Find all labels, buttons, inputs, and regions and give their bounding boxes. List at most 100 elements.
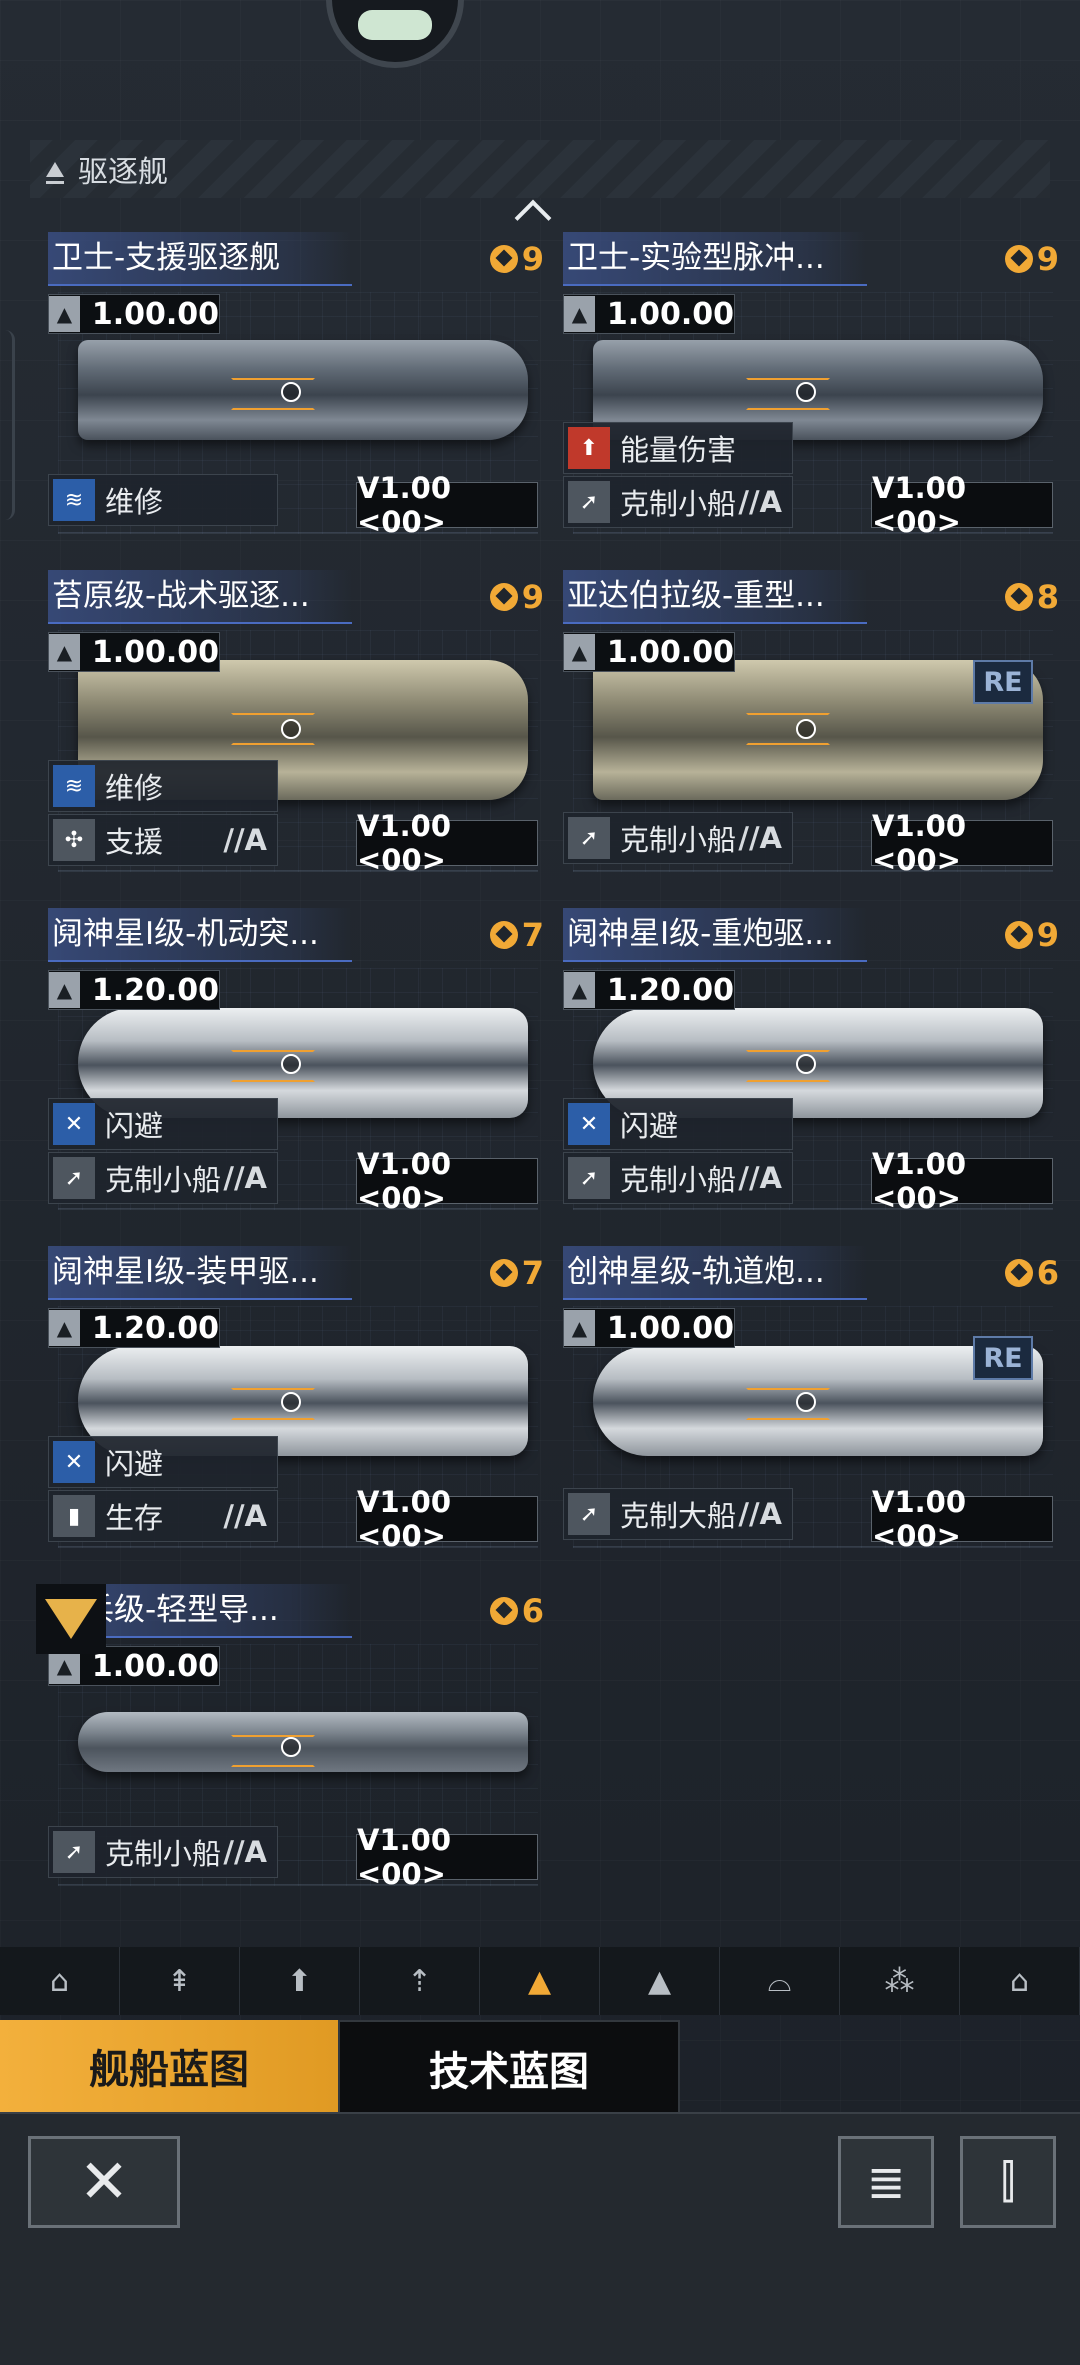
evasion-icon: ✕: [53, 1441, 95, 1483]
version-label: V1.00 <00>: [871, 1485, 1053, 1553]
rank-icon: [1004, 245, 1033, 273]
ship-trait-tag: ≋ 维修: [48, 474, 278, 526]
tab-category-9[interactable]: ⌂: [960, 1947, 1080, 2015]
ship-trait-tag: ➚ 克制小船//A: [563, 476, 793, 528]
filter-button[interactable]: ⫿: [960, 2136, 1056, 2228]
ship-stat: ▲ 1.20.00: [563, 970, 735, 1010]
ship-card[interactable]: 骑兵级-轻型导... 6 ▲ 1.00.00 ➚ 克制小船//A V1.00 <00>: [36, 1584, 548, 1894]
ship-card[interactable]: 卫士-支援驱逐舰 9 ▲ 1.00.00 ≋ 维修 V1.00 <00>: [48, 232, 548, 542]
ship-trait-tag: ✣ 支援//A: [48, 814, 278, 866]
ship-card[interactable]: 阋神星I级-机动突... 7 ▲ 1.20.00 ✕ 闪避 ➚ 克制小船//A V1.00 <0…: [48, 908, 548, 1218]
ship-type-icon: ▲: [49, 1310, 80, 1346]
ship-rank: 7: [489, 1254, 544, 1292]
rank-icon: [489, 921, 518, 949]
ship-name: 阋神星I级-重炮驱...: [563, 908, 867, 962]
counter-small-ship-icon: ➚: [53, 1157, 95, 1199]
counter-small-ship-icon: ➚: [568, 817, 610, 859]
ship-image: [78, 1712, 528, 1772]
ship-card[interactable]: 卫士-实验型脉冲... 9 ▲ 1.00.00 ⬆ 能量伤害 ➚ 克制小船//A V1.00 <…: [563, 232, 1063, 542]
energy-damage-icon: ⬆: [568, 427, 610, 469]
tab-category-8[interactable]: ⁂: [840, 1947, 960, 2015]
ship-rank: 7: [489, 916, 544, 954]
section-title: 驱逐舰: [78, 155, 168, 190]
ship-name: 阋神星I级-机动突...: [48, 908, 352, 962]
version-label: V1.00 <00>: [871, 809, 1053, 877]
tab-category-6[interactable]: ▲: [600, 1947, 720, 2015]
ship-trait-tag: ➚ 克制小船//A: [563, 1152, 793, 1204]
ship-stat: ▲ 1.00.00: [563, 1308, 735, 1348]
rank-icon: [489, 1259, 518, 1287]
version-label: V1.00 <00>: [871, 471, 1053, 539]
ship-stat: ▲ 1.00.00: [563, 294, 735, 334]
rank-icon: [489, 245, 518, 273]
ship-rank: 8: [1004, 578, 1059, 616]
ship-card[interactable]: 苔原级-战术驱逐... 9 ▲ 1.00.00 ≋ 维修 ✣ 支援//A V1.00 <00>: [48, 570, 548, 880]
ship-card[interactable]: 创神星级-轨道炮... 6 ▲ 1.00.00 RE ➚ 克制大船//A V1.00 <00>: [563, 1246, 1063, 1556]
rank-icon: [489, 1597, 518, 1625]
tab-category-7[interactable]: ⌓: [720, 1947, 840, 2015]
ship-type-icon: ▲: [564, 296, 595, 332]
ship-type-icon: ▲: [49, 972, 80, 1008]
ship-trait-tag: ▮ 生存//A: [48, 1490, 278, 1542]
ship-name: 卫士-实验型脉冲...: [563, 232, 867, 286]
tab-category-destroyer[interactable]: ▲: [480, 1947, 600, 2015]
counter-small-ship-icon: ➚: [568, 481, 610, 523]
ship-rank: 9: [489, 578, 544, 616]
section-header[interactable]: 驱逐舰: [30, 140, 1050, 198]
ship-trait-tag: ≋ 维修: [48, 760, 278, 812]
ship-type-icon: ▲: [564, 1310, 595, 1346]
tab-category-4[interactable]: ⇡: [360, 1947, 480, 2015]
notes-button[interactable]: ≣: [838, 2136, 934, 2228]
ship-card[interactable]: 阋神星I级-重炮驱... 9 ▲ 1.20.00 ✕ 闪避 ➚ 克制小船//A V1.00 <0…: [563, 908, 1063, 1218]
tab-category-1[interactable]: ⌂: [0, 1947, 120, 2015]
version-label: V1.00 <00>: [356, 809, 538, 877]
ship-trait-tag: ➚ 克制小船//A: [48, 1152, 278, 1204]
ship-trait-tag: ➚ 克制大船//A: [563, 1488, 793, 1540]
ship-rank: 9: [489, 240, 544, 278]
version-label: V1.00 <00>: [871, 1147, 1053, 1215]
ship-stat: ▲ 1.00.00: [563, 632, 735, 672]
ship-rank: 6: [489, 1592, 544, 1630]
re-badge: RE: [973, 660, 1033, 704]
close-button[interactable]: ✕: [28, 2136, 180, 2228]
badge-logo: [358, 10, 432, 40]
bottom-action-bar: ✕ ≣ ⫿: [0, 2112, 1080, 2365]
re-badge: RE: [973, 1336, 1033, 1380]
repair-icon: ≋: [53, 479, 95, 521]
survival-icon: ▮: [53, 1495, 95, 1537]
ship-trait-tag: ✕ 闪避: [48, 1098, 278, 1150]
ship-trait-tag: ➚ 克制小船//A: [563, 812, 793, 864]
ship-rank: 9: [1004, 916, 1059, 954]
ship-name: 创神星级-轨道炮...: [563, 1246, 867, 1300]
ship-type-icon: ▲: [49, 296, 80, 332]
repair-icon: ≋: [53, 765, 95, 807]
tab-tech-blueprint[interactable]: 技术蓝图: [338, 2020, 680, 2116]
counter-large-ship-icon: ➚: [568, 1493, 610, 1535]
ship-name: 阋神星I级-装甲驱...: [48, 1246, 352, 1300]
tab-category-2[interactable]: ⇞: [120, 1947, 240, 2015]
category-tab-bar: ⌂ ⇞ ⬆ ⇡ ▲ ▲ ⌓ ⁂ ⌂: [0, 1947, 1080, 2015]
counter-small-ship-icon: ➚: [53, 1831, 95, 1873]
ship-type-icon: ▲: [564, 972, 595, 1008]
rank-icon: [489, 583, 518, 611]
ship-stat: ▲ 1.00.00: [48, 294, 220, 334]
counter-small-ship-icon: ➚: [568, 1157, 610, 1199]
tab-ship-blueprint[interactable]: 舰船蓝图: [0, 2020, 338, 2112]
side-handle[interactable]: [0, 330, 15, 520]
rank-icon: [1004, 921, 1033, 949]
ship-stat: ▲ 1.20.00: [48, 970, 220, 1010]
ship-image: [78, 340, 528, 440]
ship-type-icon: ▲: [49, 634, 80, 670]
evasion-icon: ✕: [568, 1103, 610, 1145]
ship-name: 亚达伯拉级-重型...: [563, 570, 867, 624]
version-label: V1.00 <00>: [356, 471, 538, 539]
ship-card[interactable]: 阋神星I级-装甲驱... 7 ▲ 1.20.00 ✕ 闪避 ▮ 生存//A V1.00 <00>: [48, 1246, 548, 1556]
tab-category-3[interactable]: ⬆: [240, 1947, 360, 2015]
ship-card[interactable]: 亚达伯拉级-重型... 8 ▲ 1.00.00 RE ➚ 克制小船//A V1.00 <00>: [563, 570, 1063, 880]
ship-trait-tag: ⬆ 能量伤害: [563, 422, 793, 474]
rank-icon: [1004, 1259, 1033, 1287]
ship-type-icon: ▲: [564, 634, 595, 670]
ship-stat: ▲ 1.20.00: [48, 1308, 220, 1348]
ship-name: 卫士-支援驱逐舰: [48, 232, 352, 286]
ship-name: 苔原级-战术驱逐...: [48, 570, 352, 624]
